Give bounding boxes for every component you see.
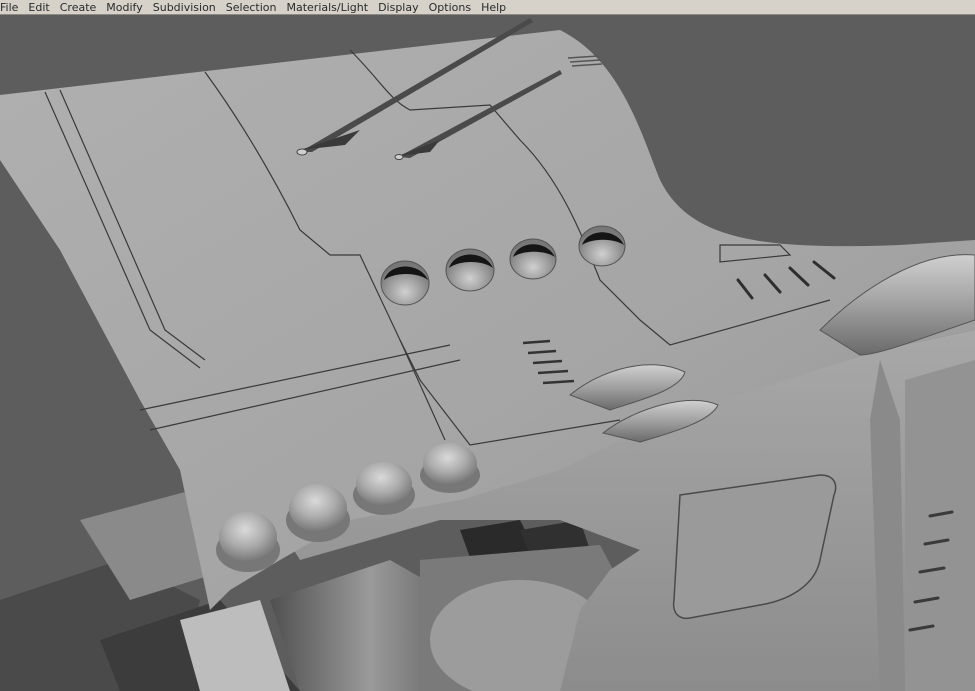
menu-modify[interactable]: Modify (102, 0, 148, 15)
menu-options[interactable]: Options (425, 0, 477, 15)
menu-materials-light[interactable]: Materials/Light (282, 0, 374, 15)
porthole-2 (445, 248, 495, 292)
porthole-1 (380, 260, 430, 306)
menu-subdivision[interactable]: Subdivision (149, 0, 222, 15)
menu-file[interactable]: File (0, 0, 24, 15)
menu-help[interactable]: Help (477, 0, 512, 15)
menu-bar: File Edit Create Modify Subdivision Sele… (0, 0, 975, 15)
menu-create[interactable]: Create (56, 0, 103, 15)
3d-viewport[interactable] (0, 15, 975, 691)
porthole-3 (509, 238, 557, 280)
porthole-4 (578, 225, 626, 267)
viewport-canvas[interactable] (0, 15, 975, 691)
fuselage-side-panel (905, 360, 975, 691)
menu-edit[interactable]: Edit (24, 0, 55, 15)
menu-display[interactable]: Display (374, 0, 425, 15)
menu-selection[interactable]: Selection (222, 0, 283, 15)
